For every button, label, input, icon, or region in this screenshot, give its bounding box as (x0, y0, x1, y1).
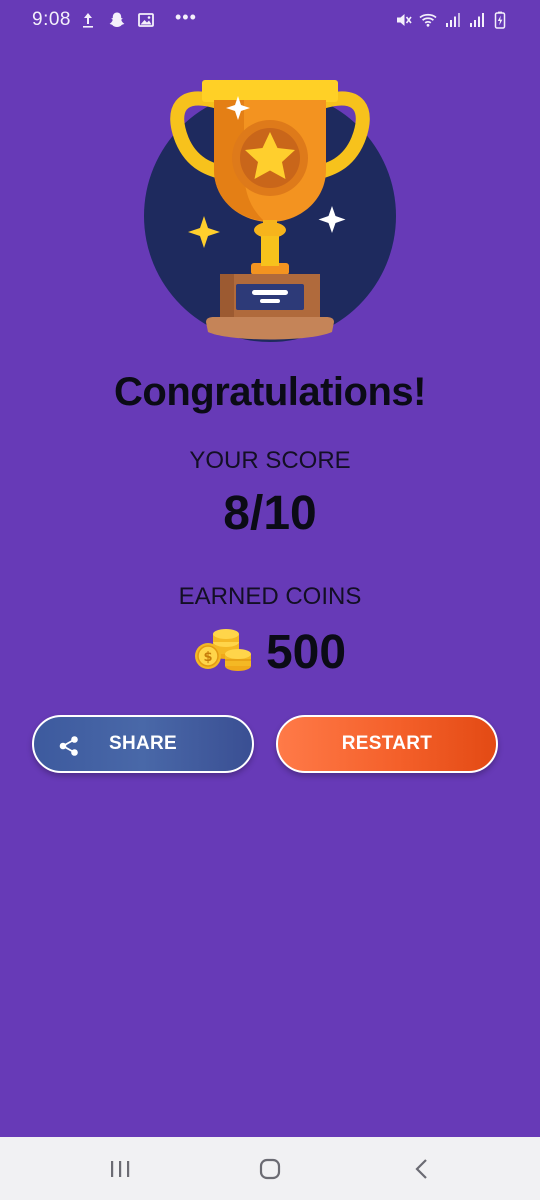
share-icon (59, 736, 78, 756)
upload-icon (83, 13, 93, 28)
more-dots-icon: ••• (175, 7, 197, 27)
trophy-rim (202, 80, 338, 102)
back-icon (415, 1158, 427, 1179)
result-screen: 9:08 ••• Congratulations! YOUR SCORE 8/1… (0, 0, 540, 1200)
trophy-pedestal (206, 317, 334, 340)
recent-apps-button[interactable] (80, 1137, 160, 1200)
coins-label: EARNED COINS (178, 583, 362, 610)
coins-row: $ 500 (0, 618, 540, 682)
restart-button[interactable]: RESTART (276, 715, 498, 773)
signal-icon (446, 13, 460, 27)
restart-button-label: RESTART (341, 733, 433, 754)
coins-icon: $ (194, 629, 251, 671)
status-icons-right (394, 9, 510, 31)
mute-icon (397, 14, 412, 26)
status-icons-left: ••• (78, 7, 197, 31)
snapchat-ghost-icon (109, 12, 125, 27)
signal-icon (470, 13, 484, 27)
home-icon (259, 1158, 281, 1179)
status-bar: 9:08 ••• (0, 0, 540, 40)
status-time: 9:08 (32, 9, 71, 30)
gallery-icon (138, 13, 154, 27)
congratulations-title: Congratulations! (114, 370, 426, 414)
wifi-icon (419, 13, 437, 27)
battery-icon (494, 11, 506, 29)
score-value: 8/10 (223, 487, 317, 540)
share-button[interactable]: SHARE (32, 715, 254, 773)
navigation-bar (0, 1137, 540, 1200)
svg-text:$: $ (203, 650, 212, 665)
trophy-illustration (144, 80, 396, 342)
score-label: YOUR SCORE (189, 447, 351, 474)
coins-value: 500 (265, 625, 347, 679)
share-button-label: SHARE (108, 733, 177, 754)
back-button[interactable] (382, 1137, 462, 1200)
recent-apps-icon (111, 1160, 130, 1177)
trophy-plaque (236, 284, 304, 310)
home-button[interactable] (230, 1137, 310, 1200)
